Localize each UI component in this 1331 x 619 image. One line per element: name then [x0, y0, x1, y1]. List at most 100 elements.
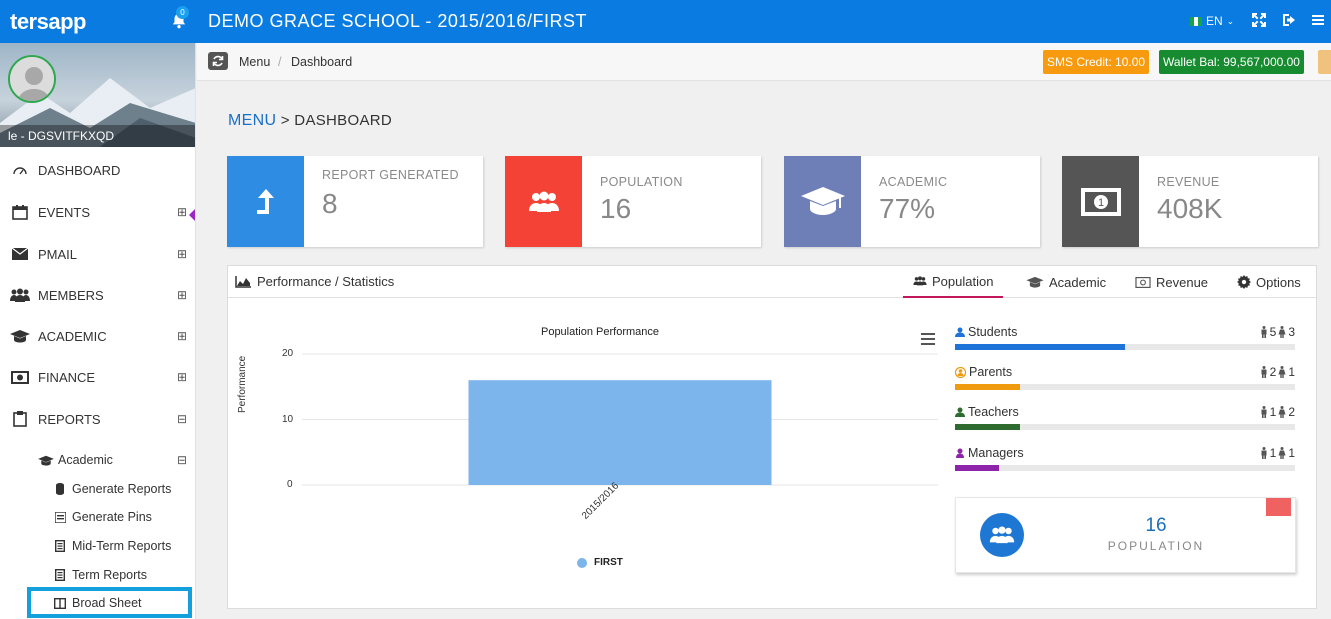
sidebar-subitem-label: Term Reports — [72, 568, 148, 582]
sidebar-item-label: EVENTS — [38, 204, 91, 220]
expand-icon[interactable]: ⊞ — [177, 288, 187, 302]
population-row-name: Parents — [955, 365, 1012, 379]
breadcrumb-menu[interactable]: Menu — [239, 55, 270, 69]
parent-icon — [955, 366, 966, 378]
graduation-cap-icon — [800, 186, 845, 215]
expand-icon[interactable]: ⊞ — [177, 329, 187, 343]
female-count: 3 — [1288, 325, 1295, 339]
card-value: 77% — [879, 193, 936, 224]
card-icon-box: 1 — [1062, 156, 1139, 247]
corner-ribbon — [1266, 498, 1291, 516]
group-icon — [528, 191, 559, 212]
active-indicator — [189, 209, 195, 221]
user-icon — [955, 327, 965, 337]
male-icon — [1261, 406, 1267, 418]
users-icon — [10, 288, 30, 302]
gauge-icon — [10, 163, 30, 177]
sidebar-subitem-label: Mid-Term Reports — [72, 539, 172, 553]
population-row-label: Managers — [968, 446, 1024, 460]
male-icon — [1261, 447, 1267, 459]
sms-credit-badge[interactable]: SMS Credit: 10.00 — [1043, 50, 1150, 74]
chart-legend[interactable]: FIRST — [577, 557, 623, 568]
sidebar-subitem-generate-pins[interactable]: Generate Pins — [0, 504, 196, 530]
sidebar-item-dashboard[interactable]: DASHBOARD — [0, 151, 196, 189]
page-title-menu[interactable]: MENU — [228, 112, 276, 129]
card-label: REPORT GENERATED — [322, 168, 459, 182]
collapse-icon[interactable]: ⊟ — [177, 412, 187, 426]
population-row-students[interactable]: Students 5 3 — [955, 325, 1295, 355]
population-summary-box[interactable]: 16 POPULATION — [955, 497, 1296, 573]
sidebar-item-pmail[interactable]: PMAIL ⊞ — [0, 235, 196, 273]
graduation-cap-icon — [1026, 276, 1044, 288]
tab-label: Population — [932, 273, 994, 289]
stat-card-population[interactable]: POPULATION 16 — [505, 156, 761, 247]
card-value: 8 — [322, 188, 338, 219]
female-icon — [1278, 406, 1286, 418]
female-count: 2 — [1288, 405, 1295, 419]
chart-y-tick-label: 10 — [282, 413, 294, 425]
population-row-counts: 1 1 — [1260, 446, 1295, 460]
breadcrumb-dashboard: Dashboard — [291, 55, 353, 69]
sidebar-subitem-broad-sheet[interactable]: Broad Sheet — [0, 590, 196, 616]
population-row-managers[interactable]: Managers 1 1 — [955, 446, 1295, 476]
extra-badge[interactable] — [1318, 50, 1331, 74]
collapse-icon[interactable]: ⊟ — [177, 453, 187, 467]
document-icon — [53, 540, 67, 552]
sidebar-item-members[interactable]: MEMBERS ⊞ — [0, 276, 196, 314]
language-selector[interactable]: EN ⌄ — [1190, 14, 1234, 28]
hamburger-menu-icon[interactable] — [1310, 12, 1326, 28]
sidebar-subitem-mid-term-reports[interactable]: Mid-Term Reports — [0, 533, 196, 559]
sidebar-item-reports[interactable]: REPORTS ⊟ — [0, 400, 196, 438]
stat-card-revenue[interactable]: 1 REVENUE 408K — [1062, 156, 1318, 247]
chart-y-axis-label: Performance — [237, 355, 248, 413]
population-progress-fill — [955, 465, 1000, 471]
panel-title-text: Performance / Statistics — [257, 274, 395, 289]
panel-title: Performance / Statistics — [235, 274, 394, 289]
population-summary-icon-circle — [980, 513, 1024, 557]
tab-academic[interactable]: Academic — [1016, 266, 1116, 298]
graduation-cap-icon — [36, 455, 56, 466]
expand-icon[interactable]: ⊞ — [177, 205, 187, 219]
group-icon — [989, 526, 1015, 544]
refresh-button[interactable] — [208, 52, 228, 70]
male-count: 1 — [1269, 405, 1277, 419]
logout-icon[interactable] — [1281, 12, 1297, 28]
sidebar-subgroup-academic[interactable]: Academic ⊟ — [0, 441, 196, 479]
population-progress-track — [955, 344, 1295, 350]
sidebar-item-events[interactable]: EVENTS ⊞ — [0, 193, 196, 231]
population-row-parents[interactable]: Parents 2 1 — [955, 365, 1295, 395]
app-logo[interactable]: tersapp — [10, 9, 86, 35]
tab-revenue[interactable]: Revenue — [1125, 266, 1218, 298]
chart-menu-icon[interactable] — [921, 333, 935, 345]
tab-label: Academic — [1049, 274, 1107, 290]
avatar[interactable] — [8, 55, 56, 103]
card-value: 408K — [1157, 193, 1223, 224]
stat-card-report-generated[interactable]: REPORT GENERATED 8 — [227, 156, 483, 247]
female-icon — [1278, 326, 1286, 338]
expand-icon[interactable]: ⊞ — [177, 370, 187, 384]
male-count: 1 — [1269, 446, 1277, 460]
stat-card-academic[interactable]: ACADEMIC 77% — [784, 156, 1040, 247]
fullscreen-icon[interactable] — [1251, 12, 1267, 28]
profile-banner: le - DGSVITFKXQD — [0, 43, 195, 147]
sidebar-subitem-generate-reports[interactable]: Generate Reports — [0, 476, 196, 502]
population-row-label: Parents — [969, 365, 1013, 379]
card-label: REVENUE — [1157, 175, 1220, 189]
sidebar-subgroup-label: Academic — [58, 453, 113, 467]
upload-arrow-icon — [256, 188, 274, 214]
sidebar-item-finance[interactable]: FINANCE ⊞ — [0, 358, 196, 396]
tab-options[interactable]: Options — [1227, 266, 1311, 298]
sidebar-item-label: REPORTS — [38, 411, 101, 427]
legend-label: FIRST — [594, 557, 623, 568]
expand-icon[interactable]: ⊞ — [177, 247, 187, 261]
sidebar-subitem-term-reports[interactable]: Term Reports — [0, 562, 196, 588]
tab-label: Revenue — [1156, 274, 1209, 290]
sidebar-item-label: ACADEMIC — [38, 328, 107, 344]
breadcrumb-bar: Menu / Dashboard SMS Credit: 10.00 Walle… — [197, 43, 1331, 81]
tab-population[interactable]: Population — [903, 266, 1004, 298]
sidebar-item-academic[interactable]: ACADEMIC ⊞ — [0, 317, 196, 355]
chart-title: Population Performance — [540, 326, 659, 338]
female-icon — [1278, 366, 1286, 378]
population-row-teachers[interactable]: Teachers 1 2 — [955, 405, 1295, 435]
wallet-balance-badge[interactable]: Wallet Bal: 99,567,000.00 — [1159, 50, 1304, 74]
